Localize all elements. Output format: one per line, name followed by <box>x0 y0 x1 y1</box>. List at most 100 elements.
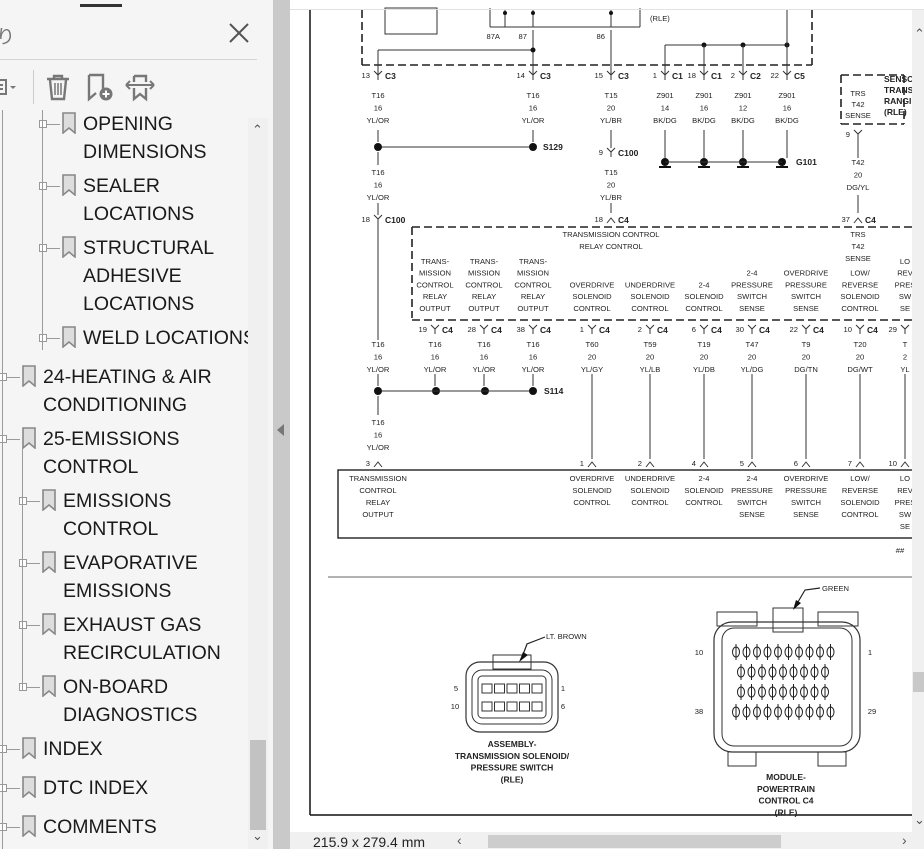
wire-code: T16 <box>526 91 539 100</box>
expand-toggle[interactable] <box>19 621 27 629</box>
pin-number: 6 <box>794 459 798 468</box>
module-pin-label: SOLENOID <box>684 486 724 495</box>
bookmark-label: EXHAUST GAS <box>63 614 202 636</box>
scroll-down-arrow-icon[interactable]: ⌄ <box>914 812 924 828</box>
pcm-header: RELAY CONTROL <box>579 242 642 251</box>
pin-number: 10 <box>695 648 703 657</box>
connector-id: C2 <box>750 71 761 81</box>
bookmark-item[interactable]: DTC INDEX <box>22 774 148 802</box>
wire-code: 16 <box>374 431 382 440</box>
wire-code: T47 <box>745 340 758 349</box>
wire-code: 16 <box>374 353 382 362</box>
expand-toggle[interactable] <box>19 497 27 505</box>
vertical-scroll-thumb[interactable] <box>913 672 924 692</box>
pin-number: 10 <box>844 325 852 334</box>
bookmark-item[interactable]: INDEX <box>22 735 103 763</box>
pin-cavity <box>481 683 493 694</box>
connector-symbol <box>373 214 383 224</box>
wire-code: Z901 <box>656 91 673 100</box>
module-pin-label: OVERDRIVE <box>784 474 829 483</box>
horizontal-scroll-thumb[interactable] <box>488 835 781 848</box>
bookmark-item[interactable]: ON-BOARD DIAGNOSTICS <box>42 673 197 729</box>
connector-id: C4 <box>442 325 453 335</box>
pin-function-label: OUTPUT <box>517 304 549 313</box>
bookmark-item[interactable]: SEALER LOCATIONS <box>62 172 194 228</box>
expand-toggle[interactable] <box>39 182 47 190</box>
wire-code: T <box>903 340 908 349</box>
expand-toggle[interactable] <box>39 244 47 252</box>
bookmark-label: RECIRCULATION <box>63 642 221 664</box>
pin-function-label: TRANS- <box>470 257 499 266</box>
scroll-down-arrow-icon[interactable]: ⌄ <box>252 828 263 844</box>
bookmark-item[interactable]: EXHAUST GAS RECIRCULATION <box>42 611 221 667</box>
pin-function-label: CONTROL <box>514 280 551 289</box>
wire-code: 16 <box>700 104 708 113</box>
pin-number: 30 <box>736 325 744 334</box>
bookmark-label: DIAGNOSTICS <box>63 704 198 726</box>
bookmark-item[interactable]: EMISSIONS CONTROL <box>42 487 171 543</box>
wire-code: 20 <box>854 171 862 180</box>
sensor-label: T42 <box>851 100 864 109</box>
pin-function-label: CONTROL <box>465 280 502 289</box>
bookmark-item[interactable]: EVAPORATIVE EMISSIONS <box>42 549 198 605</box>
wire-code: T16 <box>371 418 384 427</box>
bookmark-label: INDEX <box>43 738 103 760</box>
expand-toggle[interactable] <box>19 683 27 691</box>
bookmark-item[interactable]: COMMENTS <box>22 813 157 841</box>
connector-a-inner <box>471 669 553 725</box>
pin-number: 19 <box>419 325 427 334</box>
pin-number: 87 <box>519 32 527 41</box>
connector-symbol <box>606 217 616 224</box>
bookmark-icon <box>42 551 56 573</box>
bookmark-label: LOCATIONS <box>83 293 195 315</box>
module-pin-label: TRANSMISSION <box>349 474 407 483</box>
wire-code: Z901 <box>778 91 795 100</box>
wire-code: 16 <box>529 353 537 362</box>
pin-function-label: MISSION <box>517 269 549 278</box>
bookmark-item[interactable]: WELD LOCATIONS <box>62 324 256 352</box>
expand-toggle[interactable] <box>19 559 27 567</box>
pin-number: 13 <box>362 71 370 80</box>
bookmarks-scroll-thumb[interactable] <box>250 740 266 830</box>
collapse-panel-arrow-icon[interactable] <box>277 424 284 436</box>
pin-function-label: OUTPUT <box>419 304 451 313</box>
module-pin-label: REVERSE <box>842 486 878 495</box>
connector-symbol <box>373 461 383 468</box>
connector-b-foot <box>817 751 847 767</box>
bookmark-item[interactable]: 24-HEATING & AIR CONDITIONING <box>22 363 212 419</box>
scroll-right-arrow-icon[interactable]: › <box>902 832 907 848</box>
module-pin-label: 2-4 <box>699 474 710 483</box>
wire-code: YL/BR <box>600 116 622 125</box>
module-pin-label: OUTPUT <box>362 510 394 519</box>
bookmark-item[interactable]: OPENING DIMENSIONS <box>62 110 207 166</box>
scroll-left-arrow-icon[interactable]: ‹ <box>457 832 462 848</box>
connector-symbol <box>587 324 597 334</box>
connector-id: C5 <box>794 71 805 81</box>
bookmark-icon <box>62 174 76 196</box>
splice-dot <box>503 11 507 15</box>
splice-dot <box>529 143 537 151</box>
bookmark-label: LOCATIONS <box>83 203 195 225</box>
pin-cavity <box>506 701 518 712</box>
pin-number: 5 <box>454 684 458 693</box>
tree-line <box>22 440 23 690</box>
scroll-up-arrow-icon[interactable]: ⌃ <box>252 122 263 138</box>
view-top-border <box>290 9 924 10</box>
pin-function-label: OVERDRIVE <box>570 280 615 289</box>
connector-id: C4 <box>540 325 551 335</box>
wire-code: 16 <box>431 353 439 362</box>
bookmark-item[interactable]: STRUCTURAL ADHESIVE LOCATIONS <box>62 234 214 318</box>
expand-toggle[interactable] <box>39 120 47 128</box>
scroll-up-arrow-icon[interactable]: ⌃ <box>914 26 924 42</box>
pin-number: 6 <box>692 325 696 334</box>
pin-function-label: PRESSURE <box>731 280 773 289</box>
bookmark-item[interactable]: 25-EMISSIONS CONTROL <box>22 425 180 481</box>
wire-code: T15 <box>604 168 617 177</box>
bookmark-label: ADHESIVE <box>83 265 182 287</box>
vertical-scrollbar[interactable] <box>912 10 924 832</box>
bookmark-icon <box>62 112 76 134</box>
connector-symbol <box>606 147 616 157</box>
pin-function-label: REVERSE <box>842 280 878 289</box>
expand-toggle[interactable] <box>39 334 47 342</box>
wire-code: YL/OR <box>367 116 390 125</box>
